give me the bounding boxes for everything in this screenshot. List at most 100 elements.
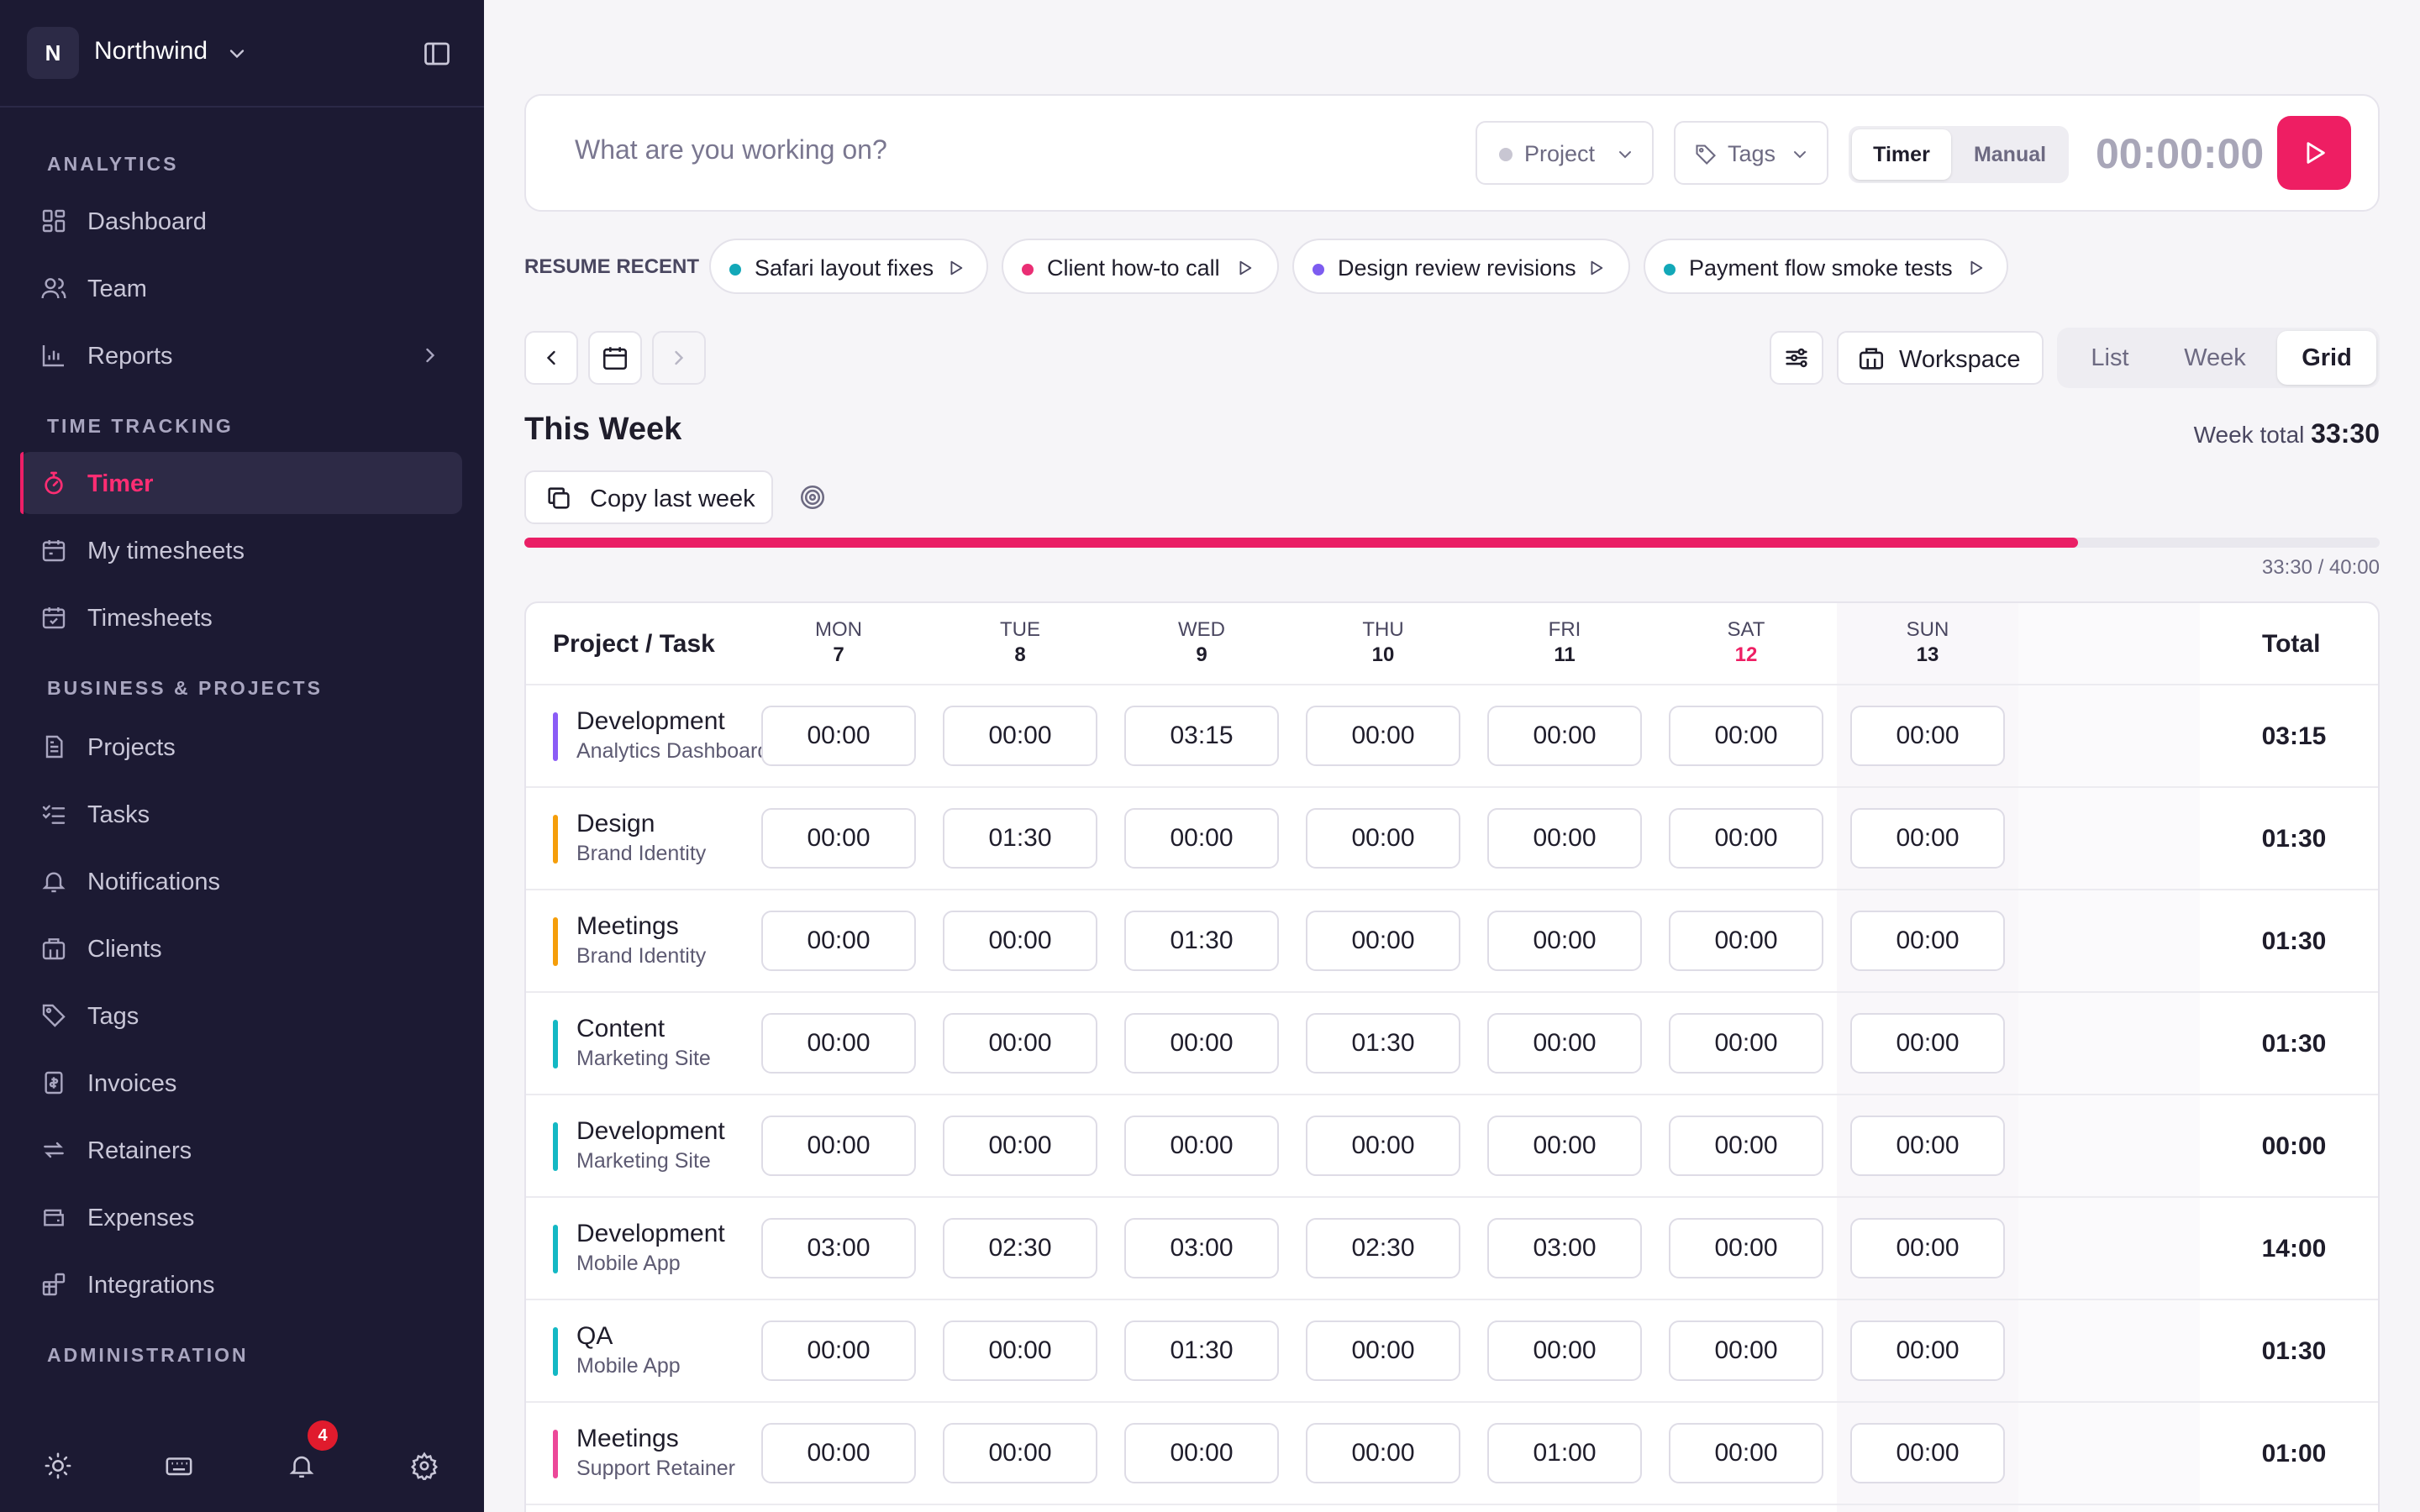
time-entry-input[interactable]: 00:00 (761, 808, 916, 869)
sidebar-item-team[interactable]: Team (20, 257, 462, 319)
time-entry-input[interactable]: 01:30 (943, 808, 1097, 869)
time-entry-input[interactable]: 03:00 (1487, 1218, 1642, 1278)
time-entry-input[interactable]: 00:00 (1306, 808, 1460, 869)
time-entry-input[interactable]: 00:00 (1669, 1013, 1823, 1074)
time-entry-input[interactable]: 00:00 (943, 1423, 1097, 1483)
sidebar-item-timer[interactable]: Timer (20, 452, 462, 514)
sidebar-item-clients[interactable]: Clients (20, 917, 462, 979)
sidebar-item-notifications[interactable]: Notifications (20, 850, 462, 912)
timer-description-input[interactable]: What are you working on? (575, 134, 887, 165)
workspace-name[interactable]: Northwind (94, 37, 208, 66)
resume-chip[interactable]: Safari layout fixes (709, 239, 988, 294)
sun-icon[interactable] (44, 1452, 72, 1480)
time-entry-input[interactable]: 00:00 (1306, 706, 1460, 766)
time-entry-input[interactable]: 00:00 (1850, 706, 2005, 766)
sidebar-item-timesheets[interactable]: Timesheets (20, 586, 462, 648)
next-week-button[interactable] (652, 331, 706, 385)
mode-timer-button[interactable]: Timer (1852, 129, 1951, 180)
time-entry-input[interactable]: 00:00 (761, 1320, 916, 1381)
time-entry-input[interactable]: 00:00 (1306, 1423, 1460, 1483)
time-entry-input[interactable]: 02:30 (1306, 1218, 1460, 1278)
time-entry-input[interactable]: 00:00 (943, 1320, 1097, 1381)
sidebar-item-retainers[interactable]: Retainers (20, 1119, 462, 1181)
time-entry-input[interactable]: 00:00 (761, 911, 916, 971)
gear-icon[interactable] (410, 1452, 439, 1480)
bell-icon[interactable] (287, 1452, 316, 1480)
time-entry-input[interactable]: 00:00 (1850, 1013, 2005, 1074)
time-entry-input[interactable]: 01:30 (1306, 1013, 1460, 1074)
time-entry-input[interactable]: 00:00 (1669, 1218, 1823, 1278)
time-entry-input[interactable]: 00:00 (1306, 911, 1460, 971)
sidebar-item-tasks[interactable]: Tasks (20, 783, 462, 845)
mode-manual-button[interactable]: Manual (1954, 129, 2065, 180)
time-entry-input[interactable]: 00:00 (1487, 808, 1642, 869)
sidebar-item-dashboard[interactable]: Dashboard (20, 190, 462, 252)
time-entry-input[interactable]: 00:00 (1487, 1116, 1642, 1176)
time-entry-input[interactable]: 00:00 (1487, 706, 1642, 766)
time-entry-input[interactable]: 00:00 (1487, 1013, 1642, 1074)
workspace-scope-button[interactable]: Workspace (1837, 331, 2044, 385)
time-entry-input[interactable]: 00:00 (761, 1013, 916, 1074)
time-entry-input[interactable]: 03:00 (761, 1218, 916, 1278)
time-entry-input[interactable]: 01:00 (1487, 1423, 1642, 1483)
time-entry-input[interactable]: 00:00 (1669, 1116, 1823, 1176)
chevron-down-icon[interactable] (225, 42, 249, 66)
target-icon[interactable] (798, 483, 827, 512)
time-entry-input[interactable]: 00:00 (1124, 1423, 1279, 1483)
view-week-button[interactable]: Week (2163, 331, 2267, 385)
workspace-avatar[interactable]: N (27, 27, 79, 79)
time-entry-input[interactable]: 00:00 (1850, 1423, 2005, 1483)
project-select[interactable]: Project (1476, 121, 1654, 185)
start-timer-button[interactable] (2277, 116, 2351, 190)
sidebar-item-reports[interactable]: Reports (20, 324, 462, 386)
time-entry-input[interactable]: 00:00 (1487, 1320, 1642, 1381)
resume-chip[interactable]: Design review revisions (1292, 239, 1630, 294)
time-entry-input[interactable]: 00:00 (1124, 808, 1279, 869)
time-entry-input[interactable]: 00:00 (761, 1116, 916, 1176)
previous-week-button[interactable] (524, 331, 578, 385)
time-entry-input[interactable]: 00:00 (1306, 1116, 1460, 1176)
sidebar-item-my-timesheets[interactable]: My timesheets (20, 519, 462, 581)
copy-last-week-button[interactable]: Copy last week (524, 470, 773, 524)
time-entry-input[interactable]: 00:00 (1669, 911, 1823, 971)
sidebar-item-projects[interactable]: Projects (20, 716, 462, 778)
time-entry-input[interactable]: 02:30 (943, 1218, 1097, 1278)
time-entry-input[interactable]: 01:30 (1124, 1320, 1279, 1381)
sidebar-item-integrations[interactable]: Integrations (20, 1253, 462, 1315)
time-entry-input[interactable]: 00:00 (943, 706, 1097, 766)
resume-chip[interactable]: Payment flow smoke tests (1644, 239, 2008, 294)
time-entry-input[interactable]: 00:00 (1669, 808, 1823, 869)
filters-button[interactable] (1770, 331, 1823, 385)
time-entry-input[interactable]: 00:00 (1487, 911, 1642, 971)
time-entry-input[interactable]: 01:30 (1124, 911, 1279, 971)
time-entry-input[interactable]: 00:00 (761, 1423, 916, 1483)
time-entry-input[interactable]: 00:00 (943, 1116, 1097, 1176)
sidebar-item-expenses[interactable]: Expenses (20, 1186, 462, 1248)
time-entry-input[interactable]: 00:00 (1306, 1320, 1460, 1381)
view-grid-button[interactable]: Grid (2277, 331, 2376, 385)
time-entry-input[interactable]: 00:00 (1669, 1320, 1823, 1381)
tags-select[interactable]: Tags (1674, 121, 1828, 185)
sidebar-item-tags[interactable]: Tags (20, 984, 462, 1047)
time-entry-input[interactable]: 00:00 (1850, 808, 2005, 869)
time-entry-input[interactable]: 00:00 (761, 706, 916, 766)
time-entry-input[interactable]: 00:00 (1669, 1423, 1823, 1483)
time-entry-input[interactable]: 00:00 (1669, 706, 1823, 766)
date-picker-button[interactable] (588, 331, 642, 385)
time-entry-input[interactable]: 03:00 (1124, 1218, 1279, 1278)
sidebar-toggle-icon[interactable] (422, 39, 452, 69)
time-entry-input[interactable]: 00:00 (1850, 911, 2005, 971)
resume-chip[interactable]: Client how-to call (1002, 239, 1279, 294)
sidebar-item-invoices[interactable]: Invoices (20, 1052, 462, 1114)
keyboard-icon[interactable] (165, 1452, 193, 1480)
time-entry-input[interactable]: 00:00 (1850, 1320, 2005, 1381)
time-entry-input[interactable]: 00:00 (1850, 1116, 2005, 1176)
time-entry-input[interactable]: 00:00 (943, 911, 1097, 971)
time-entry-input[interactable]: 03:15 (1124, 706, 1279, 766)
project-color-bar (553, 1122, 558, 1171)
time-entry-input[interactable]: 00:00 (1124, 1013, 1279, 1074)
time-entry-input[interactable]: 00:00 (1124, 1116, 1279, 1176)
time-entry-input[interactable]: 00:00 (943, 1013, 1097, 1074)
time-entry-input[interactable]: 00:00 (1850, 1218, 2005, 1278)
view-list-button[interactable]: List (2060, 331, 2160, 385)
